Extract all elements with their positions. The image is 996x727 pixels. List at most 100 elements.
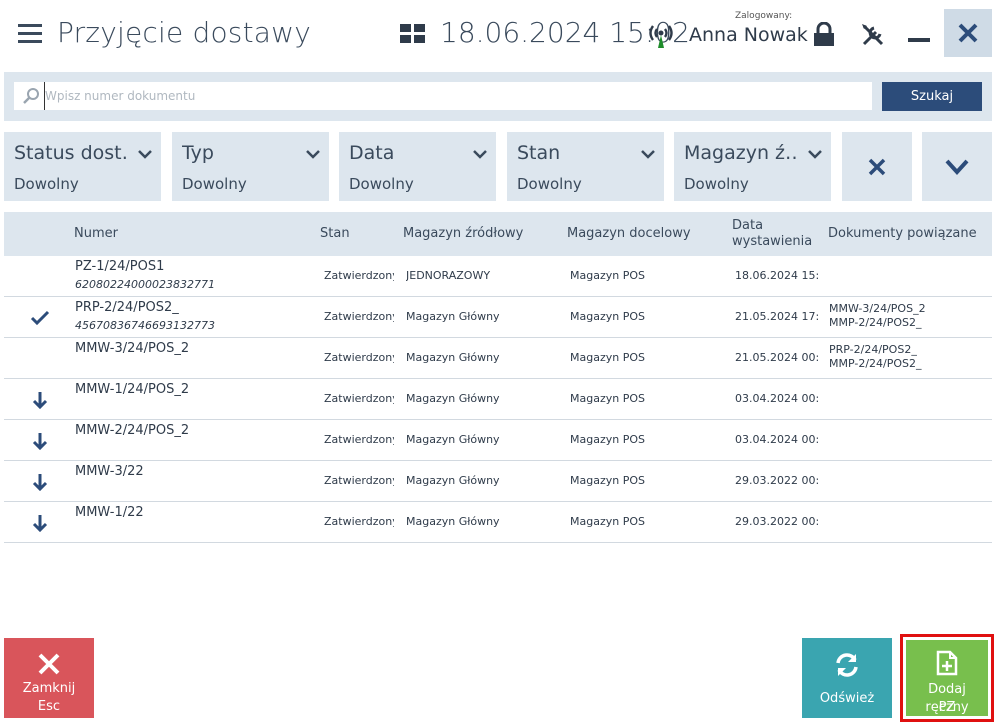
lock-icon[interactable] (812, 22, 836, 48)
row-numer: MMW-1/24/POS_2 (75, 382, 190, 397)
column-stan[interactable]: Stan (320, 226, 350, 242)
menu-icon[interactable] (18, 24, 42, 44)
column-numer[interactable]: Numer (74, 226, 118, 242)
close-window-button[interactable] (944, 9, 992, 57)
column-data-wystawienia[interactable]: Data wystawienia (732, 218, 812, 250)
table-row[interactable]: PZ-1/24/POS1 6208022400002383277​1 Zatwi… (4, 256, 992, 297)
related-doc: PRP-2/24/POS2_ (829, 343, 917, 356)
column-magazyn-zrodlowy[interactable]: Magazyn źródłowy (403, 226, 523, 242)
related-doc: MMP-2/24/POS2_ (829, 357, 922, 370)
add-manual-pz-button[interactable]: Dodaj ręczny PZ (906, 640, 988, 716)
filter-value: Dowolny (14, 175, 79, 193)
column-data-line2: wystawienia (732, 234, 813, 249)
row-magazyn-zrodlowy: Magazyn Główny (406, 310, 500, 323)
filter-value: Dowolny (349, 175, 414, 193)
tiles-icon[interactable] (400, 24, 426, 44)
search-button[interactable]: Szukaj (882, 82, 982, 111)
close-button[interactable]: Zamknij Esc (4, 638, 94, 718)
related-doc: MMP-2/24/POS2_ (829, 316, 922, 329)
filter-label: Typ (182, 142, 214, 164)
signal-icon (649, 25, 673, 48)
row-stan: Zatwierdzony (324, 392, 394, 405)
row-stan: Zatwierdzony (324, 310, 394, 323)
close-icon (958, 23, 978, 43)
table-row[interactable]: MMW-1/24/POS_2 Zatwierdzony Magazyn Głów… (4, 379, 992, 420)
search-bar: Szukaj (4, 72, 992, 121)
table-body: PZ-1/24/POS1 6208022400002383277​1 Zatwi… (4, 256, 992, 543)
filter-stan[interactable]: Stan Dowolny (507, 132, 664, 201)
column-data-line1: Data (732, 218, 764, 233)
filter-label: Magazyn ź… (684, 142, 796, 164)
row-numer: PZ-1/24/POS1 (75, 259, 165, 274)
filter-value: Dowolny (684, 175, 749, 193)
search-field (14, 82, 872, 110)
table-header: Numer Stan Magazyn źródłowy Magazyn doce… (4, 212, 992, 256)
search-input[interactable] (44, 82, 865, 110)
filter-value: Dowolny (182, 175, 247, 193)
arrow-down-icon (32, 515, 48, 532)
header: Przyjęcie dostawy 18.06.2024 15:02 Zalog… (0, 0, 996, 68)
row-numer: PRP-2/24/POS2_ (75, 300, 179, 315)
chevron-down-icon (945, 159, 969, 175)
filter-data[interactable]: Data Dowolny (339, 132, 496, 201)
filter-value: Dowolny (517, 175, 582, 193)
refresh-icon (836, 653, 858, 677)
refresh-button-label: Odśwież (819, 691, 875, 706)
minimize-icon[interactable] (908, 38, 930, 42)
column-dokumenty-powiazane[interactable]: Dokumenty powiązane (828, 226, 977, 242)
arrow-down-icon (32, 474, 48, 491)
column-magazyn-docelowy[interactable]: Magazyn docelowy (567, 226, 691, 242)
close-button-shortcut: Esc (37, 699, 61, 714)
clear-filters-button[interactable] (842, 132, 912, 201)
row-magazyn-docelowy: Magazyn POS (570, 392, 645, 405)
close-icon (38, 653, 60, 675)
expand-filters-button[interactable] (922, 132, 992, 201)
row-data: 29.03.2022 00:0 (735, 515, 819, 528)
row-numer: MMW-2/24/POS_2 (75, 423, 190, 438)
table-row[interactable]: MMW-3/24/POS_2 Zatwierdzony Magazyn Głów… (4, 338, 992, 379)
page-title: Przyjęcie dostawy (57, 16, 311, 49)
row-numer: MMW-3/24/POS_2 (75, 341, 190, 356)
table-row[interactable]: MMW-3/22 Zatwierdzony Magazyn Główny Mag… (4, 461, 992, 502)
user-name: Anna Nowak (689, 24, 808, 46)
add-manual-pz-highlight: Dodaj ręczny PZ (900, 634, 994, 722)
filter-label: Status dost… (14, 142, 126, 164)
search-icon (23, 88, 39, 104)
table-row[interactable]: MMW-1/22 Zatwierdzony Magazyn Główny Mag… (4, 502, 992, 543)
row-numer: MMW-3/22 (75, 464, 144, 479)
row-data: 21.05.2024 17:0 (735, 310, 819, 323)
row-magazyn-zrodlowy: Magazyn Główny (406, 351, 500, 364)
row-magazyn-docelowy: Magazyn POS (570, 310, 645, 323)
row-stan: Zatwierdzony (324, 269, 394, 282)
row-magazyn-zrodlowy: Magazyn Główny (406, 474, 500, 487)
check-icon (30, 310, 50, 326)
row-dokumenty-powiazane: MMW-3/24/POS_2 MMP-2/24/POS2_ (829, 302, 926, 330)
chevron-down-icon (473, 150, 487, 159)
row-barcode: 45670836746693132773 (75, 319, 215, 332)
refresh-button[interactable]: Odśwież (802, 638, 892, 718)
filter-status-dostawy[interactable]: Status dost… Dowolny (4, 132, 161, 201)
row-data: 29.03.2022 00:0 (735, 474, 819, 487)
arrow-down-icon (32, 433, 48, 450)
row-magazyn-zrodlowy: JEDNORAZOWY (406, 269, 491, 282)
filter-typ[interactable]: Typ Dowolny (172, 132, 329, 201)
row-barcode: 6208022400002383277​1 (75, 278, 215, 291)
row-data: 03.04.2024 00:0 (735, 433, 819, 446)
tools-icon[interactable] (860, 22, 886, 48)
row-magazyn-docelowy: Magazyn POS (570, 269, 645, 282)
chevron-down-icon (641, 150, 655, 159)
logged-in-label: Zalogowany: (735, 11, 793, 21)
add-document-icon (936, 650, 958, 676)
row-magazyn-docelowy: Magazyn POS (570, 515, 645, 528)
filter-magazyn-zrodlowy[interactable]: Magazyn ź… Dowolny (674, 132, 831, 201)
row-stan: Zatwierdzony (324, 515, 394, 528)
chevron-down-icon (808, 150, 822, 159)
row-magazyn-docelowy: Magazyn POS (570, 351, 645, 364)
table-row[interactable]: PRP-2/24/POS2_ 45670836746693132773 Zatw… (4, 297, 992, 338)
close-icon (868, 158, 886, 175)
close-button-label: Zamknij (22, 681, 76, 696)
row-magazyn-zrodlowy: Magazyn Główny (406, 392, 500, 405)
row-numer: MMW-1/22 (75, 505, 144, 520)
table-row[interactable]: MMW-2/24/POS_2 Zatwierdzony Magazyn Głów… (4, 420, 992, 461)
filter-label: Stan (517, 142, 561, 164)
